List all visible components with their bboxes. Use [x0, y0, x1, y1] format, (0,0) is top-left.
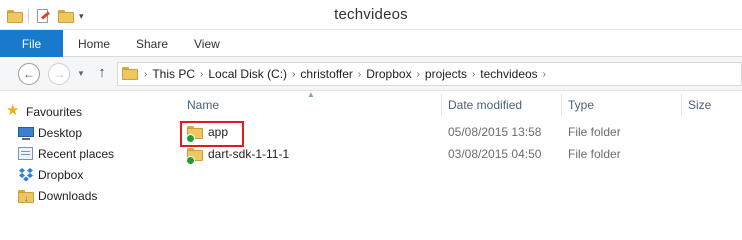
breadcrumb-this-pc[interactable]: This PC — [149, 67, 198, 81]
breadcrumb-chevron-icon[interactable]: › — [198, 69, 205, 80]
navigation-pane: ★ Favourites Desktop Recent places Dropb… — [0, 92, 175, 220]
sidebar-item-label: Dropbox — [38, 168, 84, 182]
recent-locations-dropdown-icon[interactable]: ▼ — [77, 69, 85, 78]
sort-ascending-icon: ▲ — [307, 90, 315, 99]
tab-view[interactable]: View — [194, 30, 220, 57]
column-header-size[interactable]: Size — [688, 92, 711, 117]
sidebar-item-favourites[interactable]: ★ Favourites — [6, 102, 83, 122]
desktop-icon — [18, 125, 34, 141]
file-date-modified: 05/08/2015 13:58 — [448, 125, 542, 139]
title-bar: ▾ techvideos — [0, 0, 742, 30]
navigation-row: ← → ▼ ↑ › This PC › Local Disk (C:) › ch… — [0, 57, 742, 91]
column-divider[interactable] — [681, 94, 682, 116]
breadcrumb-christoffer[interactable]: christoffer — [297, 67, 355, 81]
star-icon: ★ — [6, 102, 20, 119]
breadcrumb-chevron-icon[interactable]: › — [142, 69, 149, 80]
tab-file[interactable]: File — [0, 30, 63, 57]
arrow-up-icon: ↑ — [98, 64, 106, 81]
file-list: ▲ Name Date modified Type Size app 05/08… — [176, 90, 742, 220]
arrow-left-icon: ← — [23, 67, 35, 81]
sidebar-item-label: Favourites — [26, 105, 83, 119]
file-type: File folder — [568, 125, 621, 139]
file-name[interactable]: dart-sdk-1-11-1 — [208, 147, 289, 161]
downloads-icon: ↓ — [18, 188, 34, 204]
breadcrumb-chevron-icon[interactable]: › — [470, 69, 477, 80]
breadcrumb-local-disk[interactable]: Local Disk (C:) — [205, 67, 290, 81]
file-date-modified: 03/08/2015 04:50 — [448, 147, 542, 161]
forward-button[interactable]: → — [48, 63, 70, 85]
sidebar-item-desktop[interactable]: Desktop — [18, 123, 83, 143]
sidebar-item-recent-places[interactable]: Recent places — [18, 144, 115, 164]
column-header-type[interactable]: Type — [568, 92, 594, 117]
table-row[interactable]: app 05/08/2015 13:58 File folder — [176, 122, 742, 144]
breadcrumb-chevron-icon[interactable]: › — [415, 69, 422, 80]
breadcrumb-projects[interactable]: projects — [422, 67, 470, 81]
sidebar-item-label: Downloads — [38, 189, 98, 203]
recent-places-icon — [18, 146, 34, 162]
up-button[interactable]: ↑ — [93, 64, 111, 81]
sidebar-item-downloads[interactable]: ↓ Downloads — [18, 186, 98, 206]
ribbon-tabs: File Home Share View — [0, 30, 742, 57]
back-button[interactable]: ← — [18, 63, 40, 85]
address-bar[interactable]: › This PC › Local Disk (C:) › christoffe… — [117, 62, 742, 86]
breadcrumb-chevron-icon[interactable]: › — [290, 69, 297, 80]
sidebar-item-label: Recent places — [38, 147, 115, 161]
table-row[interactable]: dart-sdk-1-11-1 03/08/2015 04:50 File fo… — [176, 144, 742, 166]
breadcrumb-chevron-icon[interactable]: › — [356, 69, 363, 80]
sidebar-item-label: Desktop — [38, 126, 83, 140]
dropbox-icon — [18, 167, 34, 183]
window-title: techvideos — [334, 6, 408, 23]
sidebar-item-dropbox[interactable]: Dropbox — [19, 165, 84, 185]
arrow-right-icon: → — [53, 67, 65, 81]
tab-home[interactable]: Home — [78, 30, 110, 57]
breadcrumb-techvideos[interactable]: techvideos — [477, 67, 540, 81]
synced-folder-icon — [186, 146, 204, 165]
tab-share[interactable]: Share — [136, 30, 168, 57]
column-header-name[interactable]: Name — [187, 92, 219, 117]
column-divider[interactable] — [561, 94, 562, 116]
column-header-date-modified[interactable]: Date modified — [448, 92, 522, 117]
folder-icon — [122, 67, 138, 81]
sync-check-icon — [186, 156, 195, 165]
column-divider[interactable] — [441, 94, 442, 116]
file-type: File folder — [568, 147, 621, 161]
breadcrumb-chevron-icon[interactable]: › — [541, 69, 548, 80]
breadcrumb-dropbox[interactable]: Dropbox — [363, 67, 414, 81]
